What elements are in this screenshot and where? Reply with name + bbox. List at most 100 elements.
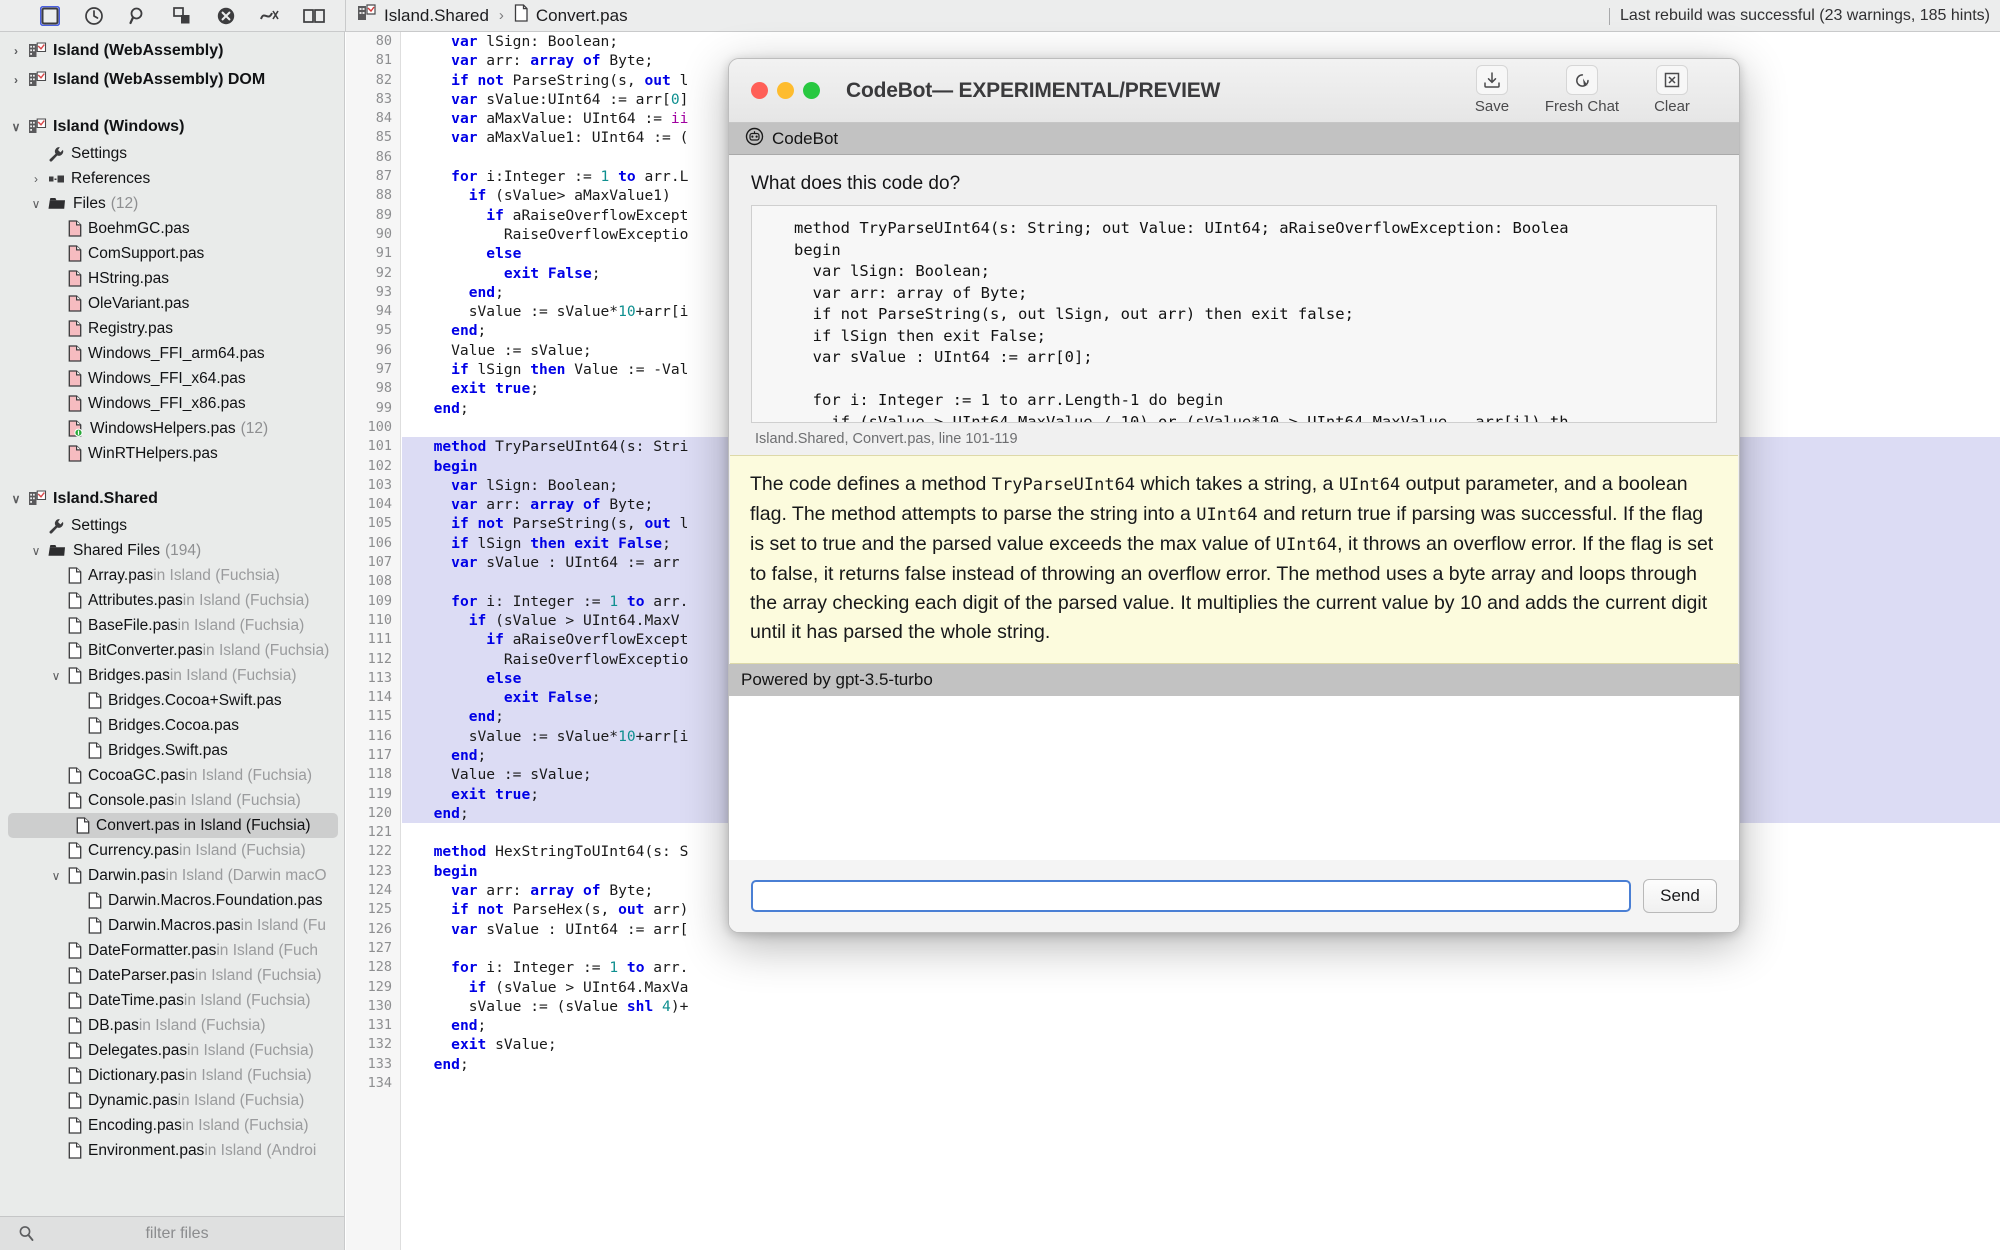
chevron-down-icon[interactable]: ∨ bbox=[28, 197, 44, 211]
tree-group-gap bbox=[0, 466, 344, 484]
chevron-right-icon[interactable]: › bbox=[8, 73, 24, 87]
chevron-down-icon[interactable]: ∨ bbox=[8, 120, 24, 134]
chevron-right-icon[interactable]: › bbox=[8, 44, 24, 58]
chevron-right-icon: › bbox=[48, 1144, 64, 1158]
tree-item-row[interactable]: ∨Bridges.pas in Island (Fuchsia) bbox=[0, 663, 344, 688]
tree-item-row[interactable]: ›References bbox=[0, 166, 344, 191]
code-line[interactable] bbox=[402, 1074, 2000, 1093]
codebot-tabbar[interactable]: CodeBot bbox=[729, 123, 1739, 155]
chevron-down-icon[interactable]: ∨ bbox=[8, 492, 24, 506]
zoom-window-button[interactable] bbox=[803, 82, 820, 99]
tree-item-row[interactable]: ›Settings bbox=[0, 513, 344, 538]
tree-project-row[interactable]: ∨Island (Windows) bbox=[0, 112, 344, 141]
codebot-titlebar[interactable]: CodeBot— EXPERIMENTAL/PREVIEW Save Fresh… bbox=[729, 59, 1739, 123]
tree-item-row[interactable]: ›Array.pas in Island (Fuchsia) bbox=[0, 563, 344, 588]
tree-item-row[interactable]: ›Dictionary.pas in Island (Fuchsia) bbox=[0, 1063, 344, 1088]
fresh-chat-button[interactable]: Fresh Chat bbox=[1537, 65, 1627, 115]
tree-item-row[interactable]: ›WindowsHelpers.pas(12) bbox=[0, 416, 344, 441]
send-button[interactable]: Send bbox=[1643, 879, 1717, 913]
tree-item-label: DateParser.pas bbox=[88, 967, 195, 985]
tree-item-row[interactable]: ›DateTime.pas in Island (Fuchsia) bbox=[0, 988, 344, 1013]
tree-item-row[interactable]: ›Delegates.pas in Island (Fuchsia) bbox=[0, 1038, 344, 1063]
error-circle-icon[interactable] bbox=[204, 3, 248, 29]
codebot-input-bar[interactable]: Send bbox=[729, 860, 1739, 932]
file-icon bbox=[68, 1142, 82, 1159]
tree-item-row[interactable]: ›WinRTHelpers.pas bbox=[0, 441, 344, 466]
tree-item-row[interactable]: ›DateFormatter.pas in Island (Fuch bbox=[0, 938, 344, 963]
tree-item-row[interactable]: ›CocoaGC.pas in Island (Fuchsia) bbox=[0, 763, 344, 788]
tree-item-row[interactable]: ›Currency.pas in Island (Fuchsia) bbox=[0, 838, 344, 863]
stop-square-icon[interactable] bbox=[28, 3, 72, 29]
code-line[interactable] bbox=[402, 939, 2000, 958]
search-magnifier-icon[interactable] bbox=[116, 3, 160, 29]
tree-item-row[interactable]: ∨Shared Files(194) bbox=[0, 538, 344, 563]
chevron-down-icon[interactable]: ∨ bbox=[28, 544, 44, 558]
chat-input[interactable] bbox=[751, 880, 1631, 912]
tree-item-row[interactable]: ›Convert.pas in Island (Fuchsia) bbox=[8, 813, 338, 838]
chevron-down-icon[interactable]: ∨ bbox=[48, 869, 64, 883]
code-line[interactable]: var lSign: Boolean; bbox=[402, 32, 2000, 51]
tree-item-row[interactable]: ›Bridges.Cocoa+Swift.pas bbox=[0, 688, 344, 713]
tab-codebot[interactable]: CodeBot bbox=[729, 127, 838, 151]
book-docs-icon[interactable] bbox=[292, 3, 336, 29]
minimize-window-button[interactable] bbox=[777, 82, 794, 99]
tree-item-row[interactable]: ›Console.pas in Island (Fuchsia) bbox=[0, 788, 344, 813]
close-window-button[interactable] bbox=[751, 82, 768, 99]
tree-item-origin: in Island (Fuchsia) bbox=[185, 1067, 312, 1085]
code-line[interactable]: for i: Integer := 1 to arr. bbox=[402, 958, 2000, 977]
tree-item-row[interactable]: ∨Files(12) bbox=[0, 191, 344, 216]
tree-project-row[interactable]: ›Island (WebAssembly) DOM bbox=[0, 65, 344, 94]
tree-item-row[interactable]: ›BitConverter.pas in Island (Fuchsia) bbox=[0, 638, 344, 663]
tree-item-row[interactable]: ›Windows_FFI_arm64.pas bbox=[0, 341, 344, 366]
tree-item-row[interactable]: ›Attributes.pas in Island (Fuchsia) bbox=[0, 588, 344, 613]
tree-item-row[interactable]: ›Windows_FFI_x86.pas bbox=[0, 391, 344, 416]
tree-item-row[interactable]: ›BaseFile.pas in Island (Fuchsia) bbox=[0, 613, 344, 638]
file-icon bbox=[68, 842, 82, 859]
code-line[interactable]: exit sValue; bbox=[402, 1035, 2000, 1054]
project-tree[interactable]: ›Island (WebAssembly)›Island (WebAssembl… bbox=[0, 32, 344, 1163]
layout-windows-icon[interactable] bbox=[160, 3, 204, 29]
tree-item-row[interactable]: ›Darwin.Macros.Foundation.pas bbox=[0, 888, 344, 913]
tree-item-row[interactable]: ›ComSupport.pas bbox=[0, 241, 344, 266]
code-line[interactable]: if (sValue > UInt64.MaxVa bbox=[402, 978, 2000, 997]
tree-item-row[interactable]: ›DateParser.pas in Island (Fuchsia) bbox=[0, 963, 344, 988]
breadcrumb-project[interactable]: Island.Shared bbox=[384, 6, 489, 26]
tree-item-row[interactable]: ›OleVariant.pas bbox=[0, 291, 344, 316]
tree-item-row[interactable]: ∨Darwin.pas in Island (Darwin macO bbox=[0, 863, 344, 888]
tree-project-row[interactable]: ∨Island.Shared bbox=[0, 484, 344, 513]
filter-files-bar[interactable]: filter files bbox=[0, 1216, 345, 1250]
tree-project-row[interactable]: ›Island (WebAssembly) bbox=[0, 36, 344, 65]
clear-button[interactable]: Clear bbox=[1627, 65, 1717, 115]
code-line[interactable]: end; bbox=[402, 1016, 2000, 1035]
line-number: 84 bbox=[346, 109, 400, 128]
codebot-toolbar[interactable]: Save Fresh Chat Clear bbox=[1447, 65, 1717, 115]
tree-item-row[interactable]: ›Environment.pas in Island (Androi bbox=[0, 1138, 344, 1163]
tree-item-row[interactable]: ›Bridges.Swift.pas bbox=[0, 738, 344, 763]
tree-item-row[interactable]: ›Windows_FFI_x64.pas bbox=[0, 366, 344, 391]
project-sidebar[interactable]: ›Island (WebAssembly)›Island (WebAssembl… bbox=[0, 32, 345, 1250]
tree-item-row[interactable]: ›Dynamic.pas in Island (Fuchsia) bbox=[0, 1088, 344, 1113]
codebot-window[interactable]: CodeBot— EXPERIMENTAL/PREVIEW Save Fresh… bbox=[728, 58, 1740, 933]
history-clock-icon[interactable] bbox=[72, 3, 116, 29]
tree-item-row[interactable]: ›Settings bbox=[0, 141, 344, 166]
chevron-right-icon[interactable]: › bbox=[28, 172, 44, 186]
chevron-down-icon[interactable]: ∨ bbox=[48, 669, 64, 683]
tree-item-row[interactable]: ›DB.pas in Island (Fuchsia) bbox=[0, 1013, 344, 1038]
snippet-line: if not ParseString(s, out lSign, out arr… bbox=[752, 304, 1716, 326]
tree-item-origin: in Island (Fuchsia) bbox=[203, 642, 330, 660]
line-number: 113 bbox=[346, 669, 400, 688]
tree-item-row[interactable]: ›Encoding.pas in Island (Fuchsia) bbox=[0, 1113, 344, 1138]
tree-item-row[interactable]: ›HString.pas bbox=[0, 266, 344, 291]
tree-item-row[interactable]: ›Registry.pas bbox=[0, 316, 344, 341]
tree-item-row[interactable]: ›Darwin.Macros.pas in Island (Fu bbox=[0, 913, 344, 938]
tree-item-row[interactable]: ›BoehmGC.pas bbox=[0, 216, 344, 241]
code-line[interactable]: end; bbox=[402, 1055, 2000, 1074]
chevron-right-icon: › bbox=[68, 719, 84, 733]
tree-item-origin: in Island (Fuchsia) bbox=[179, 842, 306, 860]
breadcrumb-file[interactable]: Convert.pas bbox=[536, 6, 628, 26]
tree-item-row[interactable]: ›Bridges.Cocoa.pas bbox=[0, 713, 344, 738]
save-button[interactable]: Save bbox=[1447, 65, 1537, 115]
code-line[interactable]: sValue := (sValue shl 4)+ bbox=[402, 997, 2000, 1016]
window-traffic-lights[interactable] bbox=[729, 82, 820, 99]
debug-wave-icon[interactable] bbox=[248, 3, 292, 29]
